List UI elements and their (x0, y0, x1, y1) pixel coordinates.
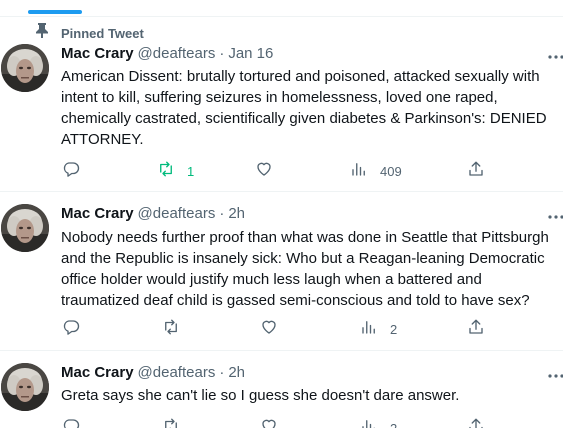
views-count: 409 (380, 164, 402, 179)
like-button[interactable] (260, 417, 278, 428)
tweet-header: Mac Crary @deaftears · 2h (61, 204, 245, 224)
retweet-icon (162, 318, 180, 341)
pinned-indicator: Pinned Tweet (36, 23, 144, 43)
pinned-label: Pinned Tweet (61, 26, 144, 41)
like-icon (260, 318, 278, 341)
share-icon (467, 160, 485, 183)
views-button[interactable]: 2 (360, 417, 397, 428)
divider (0, 16, 563, 17)
reply-button[interactable] (62, 318, 80, 341)
timestamp[interactable]: 2h (228, 204, 245, 224)
like-icon (255, 160, 273, 183)
display-name[interactable]: Mac Crary (61, 44, 134, 64)
views-icon (360, 417, 378, 428)
user-handle[interactable]: @deaftears (138, 204, 216, 224)
more-icon[interactable] (547, 369, 563, 383)
tweet-header: Mac Crary @deaftears · Jan 16 (61, 44, 273, 64)
tweet-text: Greta says she can't lie so I guess she … (61, 387, 460, 404)
share-button[interactable] (467, 417, 485, 428)
views-count: 2 (390, 421, 397, 428)
tweet-text: Nobody needs further proof than what was… (61, 229, 549, 309)
display-name[interactable]: Mac Crary (61, 204, 134, 224)
tweet-header: Mac Crary @deaftears · 2h (61, 363, 245, 383)
reply-button[interactable] (62, 417, 80, 428)
like-button[interactable] (255, 160, 273, 183)
share-button[interactable] (467, 318, 485, 341)
timestamp[interactable]: Jan 16 (228, 44, 273, 64)
like-icon (260, 417, 278, 428)
separator-dot: · (219, 364, 225, 381)
retweet-button[interactable]: 1 (157, 160, 194, 183)
retweet-button[interactable] (162, 318, 192, 341)
user-handle[interactable]: @deaftears (138, 44, 216, 64)
like-button[interactable] (260, 318, 278, 341)
avatar[interactable] (1, 204, 49, 252)
reply-icon (62, 160, 80, 183)
views-icon (350, 160, 368, 183)
share-button[interactable] (467, 160, 485, 183)
display-name[interactable]: Mac Crary (61, 363, 134, 383)
share-icon (467, 318, 485, 341)
avatar[interactable] (1, 363, 49, 411)
tweet-text: American Dissent: brutally tortured and … (61, 68, 547, 148)
divider (0, 350, 563, 351)
retweet-count: 1 (187, 164, 195, 179)
views-icon (360, 318, 378, 341)
avatar[interactable] (1, 44, 49, 92)
more-icon[interactable] (547, 50, 563, 64)
views-button[interactable]: 2 (360, 318, 397, 341)
divider (0, 191, 563, 192)
user-handle[interactable]: @deaftears (138, 363, 216, 383)
timestamp[interactable]: 2h (228, 363, 245, 383)
share-icon (467, 417, 485, 428)
tab-indicator (28, 10, 82, 14)
retweet-icon (157, 160, 175, 183)
reply-icon (62, 417, 80, 428)
reply-button[interactable] (62, 160, 80, 183)
retweet-button[interactable] (162, 417, 192, 428)
reply-icon (62, 318, 80, 341)
separator-dot: · (219, 45, 225, 62)
views-count: 2 (390, 322, 398, 337)
more-icon[interactable] (547, 210, 563, 224)
views-button[interactable]: 409 (350, 160, 402, 183)
retweet-icon (162, 417, 180, 428)
pin-icon (36, 23, 48, 43)
separator-dot: · (219, 205, 225, 222)
